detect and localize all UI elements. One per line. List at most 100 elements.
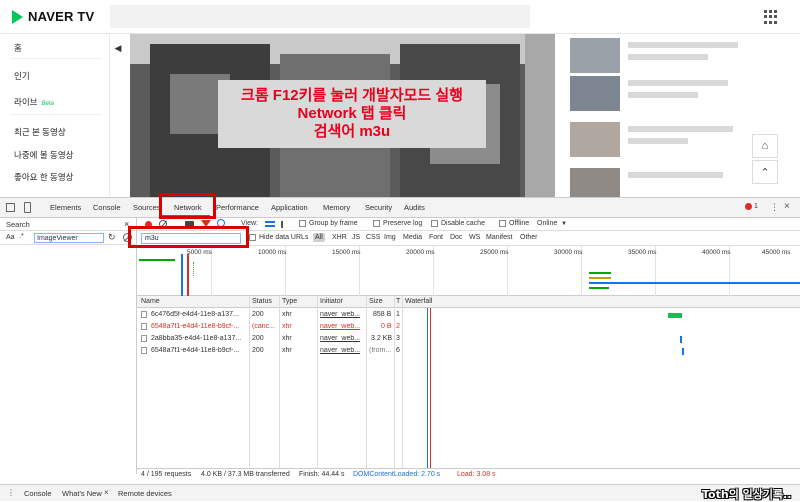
video-title-placeholder xyxy=(628,42,738,48)
scroll-top-button[interactable]: ⌃ xyxy=(752,160,778,184)
request-initiator[interactable]: naver_web... xyxy=(320,347,360,354)
table-row[interactable]: 6c476d5f-e4d4-11e8-a137... 200 xhr naver… xyxy=(137,309,800,321)
site-header: NAVER TV xyxy=(0,0,800,34)
sidebar-collapse-button[interactable]: ◀ xyxy=(110,38,126,58)
request-initiator[interactable]: naver_web... xyxy=(320,311,360,318)
filter-type-font[interactable]: Font xyxy=(429,234,443,241)
column-name[interactable]: Name xyxy=(141,298,160,305)
match-case-button[interactable]: Aa xyxy=(6,234,15,241)
waterfall-bar xyxy=(682,348,684,355)
sidebar-item-live[interactable]: 라이브 Beta xyxy=(14,96,54,108)
preserve-log-checkbox[interactable] xyxy=(373,220,380,227)
overview-tick-label: 20000 ms xyxy=(406,249,435,256)
instruction-line-3: 검색어 m3u xyxy=(313,123,391,140)
filter-type-all[interactable]: All xyxy=(313,233,325,242)
close-icon[interactable]: × xyxy=(784,201,790,212)
video-thumbnail[interactable] xyxy=(570,122,620,157)
site-search-bar[interactable] xyxy=(110,5,530,28)
table-row[interactable]: 2a8bba35-e4d4-11e8-a137... 200 xhr naver… xyxy=(137,333,800,345)
tab-audits[interactable]: Audits xyxy=(404,203,425,212)
search-row: Aa .* ↻ xyxy=(0,231,137,245)
apps-grid-icon[interactable] xyxy=(764,10,778,24)
sidebar-item-recent[interactable]: 최근 본 동영상 xyxy=(14,126,66,138)
devtools-drawer: ⋮ Console What's New × Remote devices To… xyxy=(0,484,800,501)
column-initiator[interactable]: Initiator xyxy=(320,298,343,305)
request-name: 6548a7f1-e4d4-11e8-b9cf-... xyxy=(151,323,240,330)
disable-cache-label: Disable cache xyxy=(441,220,485,227)
network-overview[interactable]: 5000 ms 10000 ms 15000 ms 20000 ms 25000… xyxy=(137,246,800,296)
tab-performance[interactable]: Performance xyxy=(216,203,259,212)
request-name: 6c476d5f-e4d4-11e8-a137... xyxy=(151,311,239,318)
drawer-tab-console[interactable]: Console xyxy=(24,489,52,498)
device-toolbar-icon[interactable] xyxy=(24,202,31,213)
offline-checkbox[interactable] xyxy=(499,220,506,227)
filter-type-other[interactable]: Other xyxy=(520,234,538,241)
regex-button[interactable]: .* xyxy=(19,233,24,240)
inspect-element-icon[interactable] xyxy=(6,203,15,212)
naver-tv-logo[interactable]: NAVER TV xyxy=(12,9,94,24)
disable-cache-checkbox[interactable] xyxy=(431,220,438,227)
sidebar-item-popular[interactable]: 인기 xyxy=(14,70,30,82)
drawer-tab-remote-devices[interactable]: Remote devices xyxy=(118,489,172,498)
video-thumbnail[interactable] xyxy=(570,168,620,197)
request-initiator[interactable]: naver_web... xyxy=(320,323,360,330)
preserve-log-label: Preserve log xyxy=(383,220,423,227)
sidebar-item-watch-later[interactable]: 나중에 볼 동영상 xyxy=(14,149,73,161)
tab-elements[interactable]: Elements xyxy=(50,203,81,212)
kebab-menu-icon[interactable]: ⋮ xyxy=(770,202,779,213)
error-counter[interactable]: 1 xyxy=(745,203,758,210)
tab-memory[interactable]: Memory xyxy=(323,203,350,212)
filter-type-js[interactable]: JS xyxy=(352,234,360,241)
request-time: 2 xyxy=(396,323,400,330)
filter-type-css[interactable]: CSS xyxy=(366,234,380,241)
large-rows-icon[interactable] xyxy=(265,221,275,227)
column-type[interactable]: Type xyxy=(282,298,297,305)
tab-security[interactable]: Security xyxy=(365,203,392,212)
request-type: xhr xyxy=(282,323,292,330)
offline-label: Offline xyxy=(509,220,530,227)
home-float-button[interactable]: ⌂ xyxy=(752,134,778,158)
filter-type-ws[interactable]: WS xyxy=(469,234,480,241)
filter-type-xhr[interactable]: XHR xyxy=(332,234,347,241)
network-status-bar: 4 / 195 requests 4.0 KB / 37.3 MB transf… xyxy=(137,468,800,480)
tab-application[interactable]: Application xyxy=(271,203,308,212)
group-by-frame-checkbox[interactable] xyxy=(299,220,306,227)
video-thumbnail[interactable] xyxy=(570,38,620,73)
request-initiator[interactable]: naver_web... xyxy=(320,335,360,342)
request-table: Name Status Type Initiator Size T Waterf… xyxy=(137,296,800,474)
drawer-menu-icon[interactable]: ⋮ xyxy=(7,488,15,497)
group-by-frame-label: Group by frame xyxy=(309,220,358,227)
search-input[interactable] xyxy=(34,233,104,243)
filter-type-img[interactable]: Img xyxy=(384,234,396,241)
overview-tick-label: 30000 ms xyxy=(554,249,583,256)
request-type: xhr xyxy=(282,347,292,354)
overview-tick-label: 40000 ms xyxy=(702,249,731,256)
tab-sources[interactable]: Sources xyxy=(133,203,161,212)
tab-console[interactable]: Console xyxy=(93,203,121,212)
drawer-tab-whats-new[interactable]: What's New xyxy=(62,489,102,498)
filter-type-media[interactable]: Media xyxy=(403,234,422,241)
refresh-icon[interactable]: ↻ xyxy=(108,232,116,243)
throttling-select[interactable]: Online xyxy=(537,220,557,227)
column-status[interactable]: Status xyxy=(252,298,272,305)
column-waterfall[interactable]: Waterfall xyxy=(405,298,432,305)
overview-icon[interactable] xyxy=(281,221,291,228)
chevron-down-icon[interactable]: ▼ xyxy=(561,221,567,227)
hide-data-urls-checkbox[interactable] xyxy=(249,234,256,241)
request-size: 858 B xyxy=(373,311,392,318)
filter-type-manifest[interactable]: Manifest xyxy=(486,234,512,241)
request-time: 1 xyxy=(396,311,400,318)
video-thumbnail[interactable] xyxy=(570,76,620,111)
file-icon xyxy=(141,335,147,342)
column-size[interactable]: Size xyxy=(369,298,383,305)
overview-tick-label: 10000 ms xyxy=(258,249,287,256)
request-status: (canc... xyxy=(252,323,275,330)
table-row[interactable]: 6548a7f1-e4d4-11e8-b9cf-... (canc... xhr… xyxy=(137,321,800,333)
sidebar-item-home[interactable]: 홈 xyxy=(14,42,22,54)
sidebar-item-liked[interactable]: 좋아요 한 동영상 xyxy=(14,171,73,183)
filter-type-doc[interactable]: Doc xyxy=(450,234,462,241)
column-time[interactable]: T xyxy=(396,298,400,305)
request-size: 3.2 KB xyxy=(371,335,393,342)
close-icon[interactable]: × xyxy=(104,488,109,497)
table-row[interactable]: 6548a7f1-e4d4-11e8-b9cf-... 200 xhr nave… xyxy=(137,345,800,357)
